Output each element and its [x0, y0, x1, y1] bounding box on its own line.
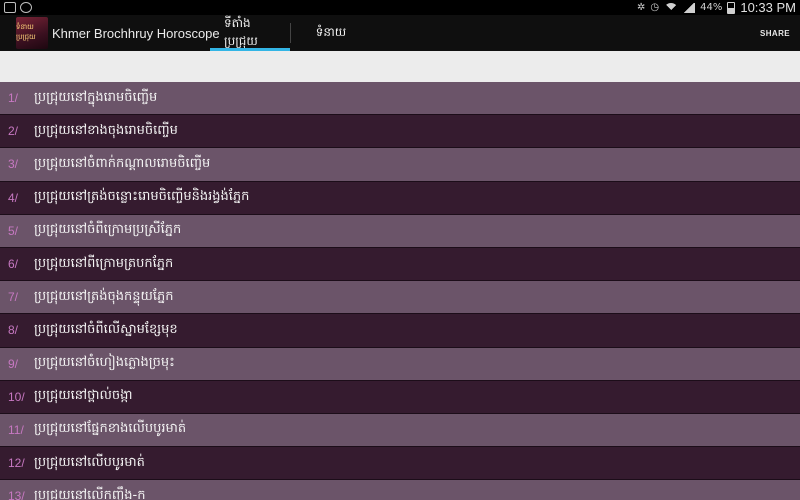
- item-number: 5/: [8, 223, 19, 238]
- item-number: 7/: [8, 290, 19, 305]
- item-label: ប្រជ្រុយនៅពីក្រោមត្របកភ្នែក: [34, 255, 174, 271]
- alarm-icon: ◷: [650, 2, 660, 13]
- item-label: ប្រជ្រុយនៅខាងចុងរោមចិញ្ចើម: [34, 122, 178, 138]
- status-bar: ✲ ◷ 44% 10:33 PM: [0, 0, 800, 17]
- list-item[interactable]: 9/ ប្រជ្រុយនៅចំហៀងភ្លោងច្រមុះ: [0, 347, 800, 381]
- share-button[interactable]: SHARE: [760, 29, 790, 38]
- item-label: ប្រជ្រុយនៅលើកញ្ចឹង-ក: [34, 487, 146, 500]
- list-header-area: [0, 51, 800, 82]
- item-number: 4/: [8, 190, 19, 205]
- tab-prediction[interactable]: ទំនាយ: [291, 15, 371, 51]
- item-label: ប្រជ្រុយនៅចំហៀងភ្លោងច្រមុះ: [34, 355, 175, 371]
- item-number: 3/: [8, 157, 19, 172]
- list-item[interactable]: 1/ ប្រជ្រុយនៅក្នុងរោមចិញ្ចើម: [0, 82, 800, 116]
- item-label: ប្រជ្រុយនៅក្នុងរោមចិញ្ចើម: [34, 89, 158, 105]
- list-item[interactable]: 2/ ប្រជ្រុយនៅខាងចុងរោមចិញ្ចើម: [0, 115, 800, 149]
- app-icon[interactable]: ទំនាយ ប្រជ្រុយ: [16, 17, 48, 49]
- action-bar: ទំនាយ ប្រជ្រុយ Khmer Brochhruy Horoscope…: [0, 15, 800, 51]
- screenshot-notification-icon: [4, 2, 16, 13]
- item-label: ប្រជ្រុយនៅចំពីលើស្នាមខ្សែមុខ: [34, 321, 178, 337]
- item-number: 2/: [8, 124, 19, 139]
- status-right: ✲ ◷ 44% 10:33 PM: [636, 0, 796, 17]
- item-label: ប្រជ្រុយនៅថ្ពាល់ចង្កា: [34, 388, 133, 404]
- battery-percent: 44%: [700, 2, 723, 13]
- tab-mole-location[interactable]: ទីតាំង ប្រជ្រុយ: [210, 15, 290, 51]
- list-item[interactable]: 7/ ប្រជ្រុយនៅត្រង់ចុងកន្ទុយភ្នែក: [0, 281, 800, 315]
- item-number: 6/: [8, 257, 19, 272]
- item-label: ប្រជ្រុយនៅត្រង់ចន្លោះរោមចិញ្ចើមនិងរង្វង់…: [34, 189, 250, 205]
- status-time: 10:33 PM: [740, 0, 796, 15]
- list-item[interactable]: 6/ ប្រជ្រុយនៅពីក្រោមត្របកភ្នែក: [0, 247, 800, 282]
- item-number: 8/: [8, 323, 19, 338]
- list-item[interactable]: 4/ ប្រជ្រុយនៅត្រង់ចន្លោះរោមចិញ្ចើមនិងរង្…: [0, 181, 800, 215]
- list-item[interactable]: 8/ ប្រជ្រុយនៅចំពីលើស្នាមខ្សែមុខ: [0, 314, 800, 348]
- list-item[interactable]: 11/ ប្រជ្រុយនៅផ្នែកខាងលើបបូរមាត់: [0, 413, 800, 448]
- list-item[interactable]: 10/ ប្រជ្រុយនៅថ្ពាល់ចង្កា: [0, 380, 800, 414]
- list-item[interactable]: 12/ ប្រជ្រុយនៅលើបបូរមាត់: [0, 447, 800, 481]
- item-number: 11/: [8, 422, 24, 437]
- signal-icon: [683, 2, 696, 13]
- app-title: Khmer Brochhruy Horoscope: [52, 25, 220, 41]
- list-item[interactable]: 13/ ប្រជ្រុយនៅលើកញ្ចឹង-ក: [0, 480, 800, 500]
- item-number: 13/: [8, 489, 25, 500]
- battery-icon: [727, 1, 736, 14]
- tab-label: ទំនាយ: [315, 25, 347, 39]
- item-number: 1/: [8, 91, 19, 106]
- list-item[interactable]: 5/ ប្រជ្រុយនៅចំពីក្រោមប្រស្រីភ្នែក: [0, 214, 800, 248]
- item-label: ប្រជ្រុយនៅចំពាក់កណ្តាលរោមចិញ្ចើម: [34, 155, 211, 171]
- item-number: 10/: [8, 389, 25, 404]
- compass-notification-icon: [20, 2, 32, 13]
- item-label: ប្រជ្រុយនៅផ្នែកខាងលើបបូរមាត់: [34, 421, 187, 437]
- item-label: ប្រជ្រុយនៅចំពីក្រោមប្រស្រីភ្នែក: [34, 222, 182, 238]
- item-number: 9/: [8, 356, 19, 371]
- item-label: ប្រជ្រុយនៅលើបបូរមាត់: [34, 454, 145, 470]
- status-left: [4, 2, 32, 13]
- item-label: ប្រជ្រុយនៅត្រង់ចុងកន្ទុយភ្នែក: [34, 288, 174, 304]
- list-item[interactable]: 3/ ប្រជ្រុយនៅចំពាក់កណ្តាលរោមចិញ្ចើម: [0, 148, 800, 182]
- bluetooth-icon: ✲: [636, 2, 646, 13]
- app-icon-text: ទំនាយ ប្រជ្រុយ: [16, 23, 36, 41]
- item-number: 12/: [8, 456, 25, 471]
- tab-label: ទីតាំង ប្រជ្រុយ: [224, 16, 258, 48]
- wifi-icon: [664, 2, 679, 17]
- mole-location-list: 1/ ប្រជ្រុយនៅក្នុងរោមចិញ្ចើម 2/ ប្រជ្រុយ…: [0, 82, 800, 500]
